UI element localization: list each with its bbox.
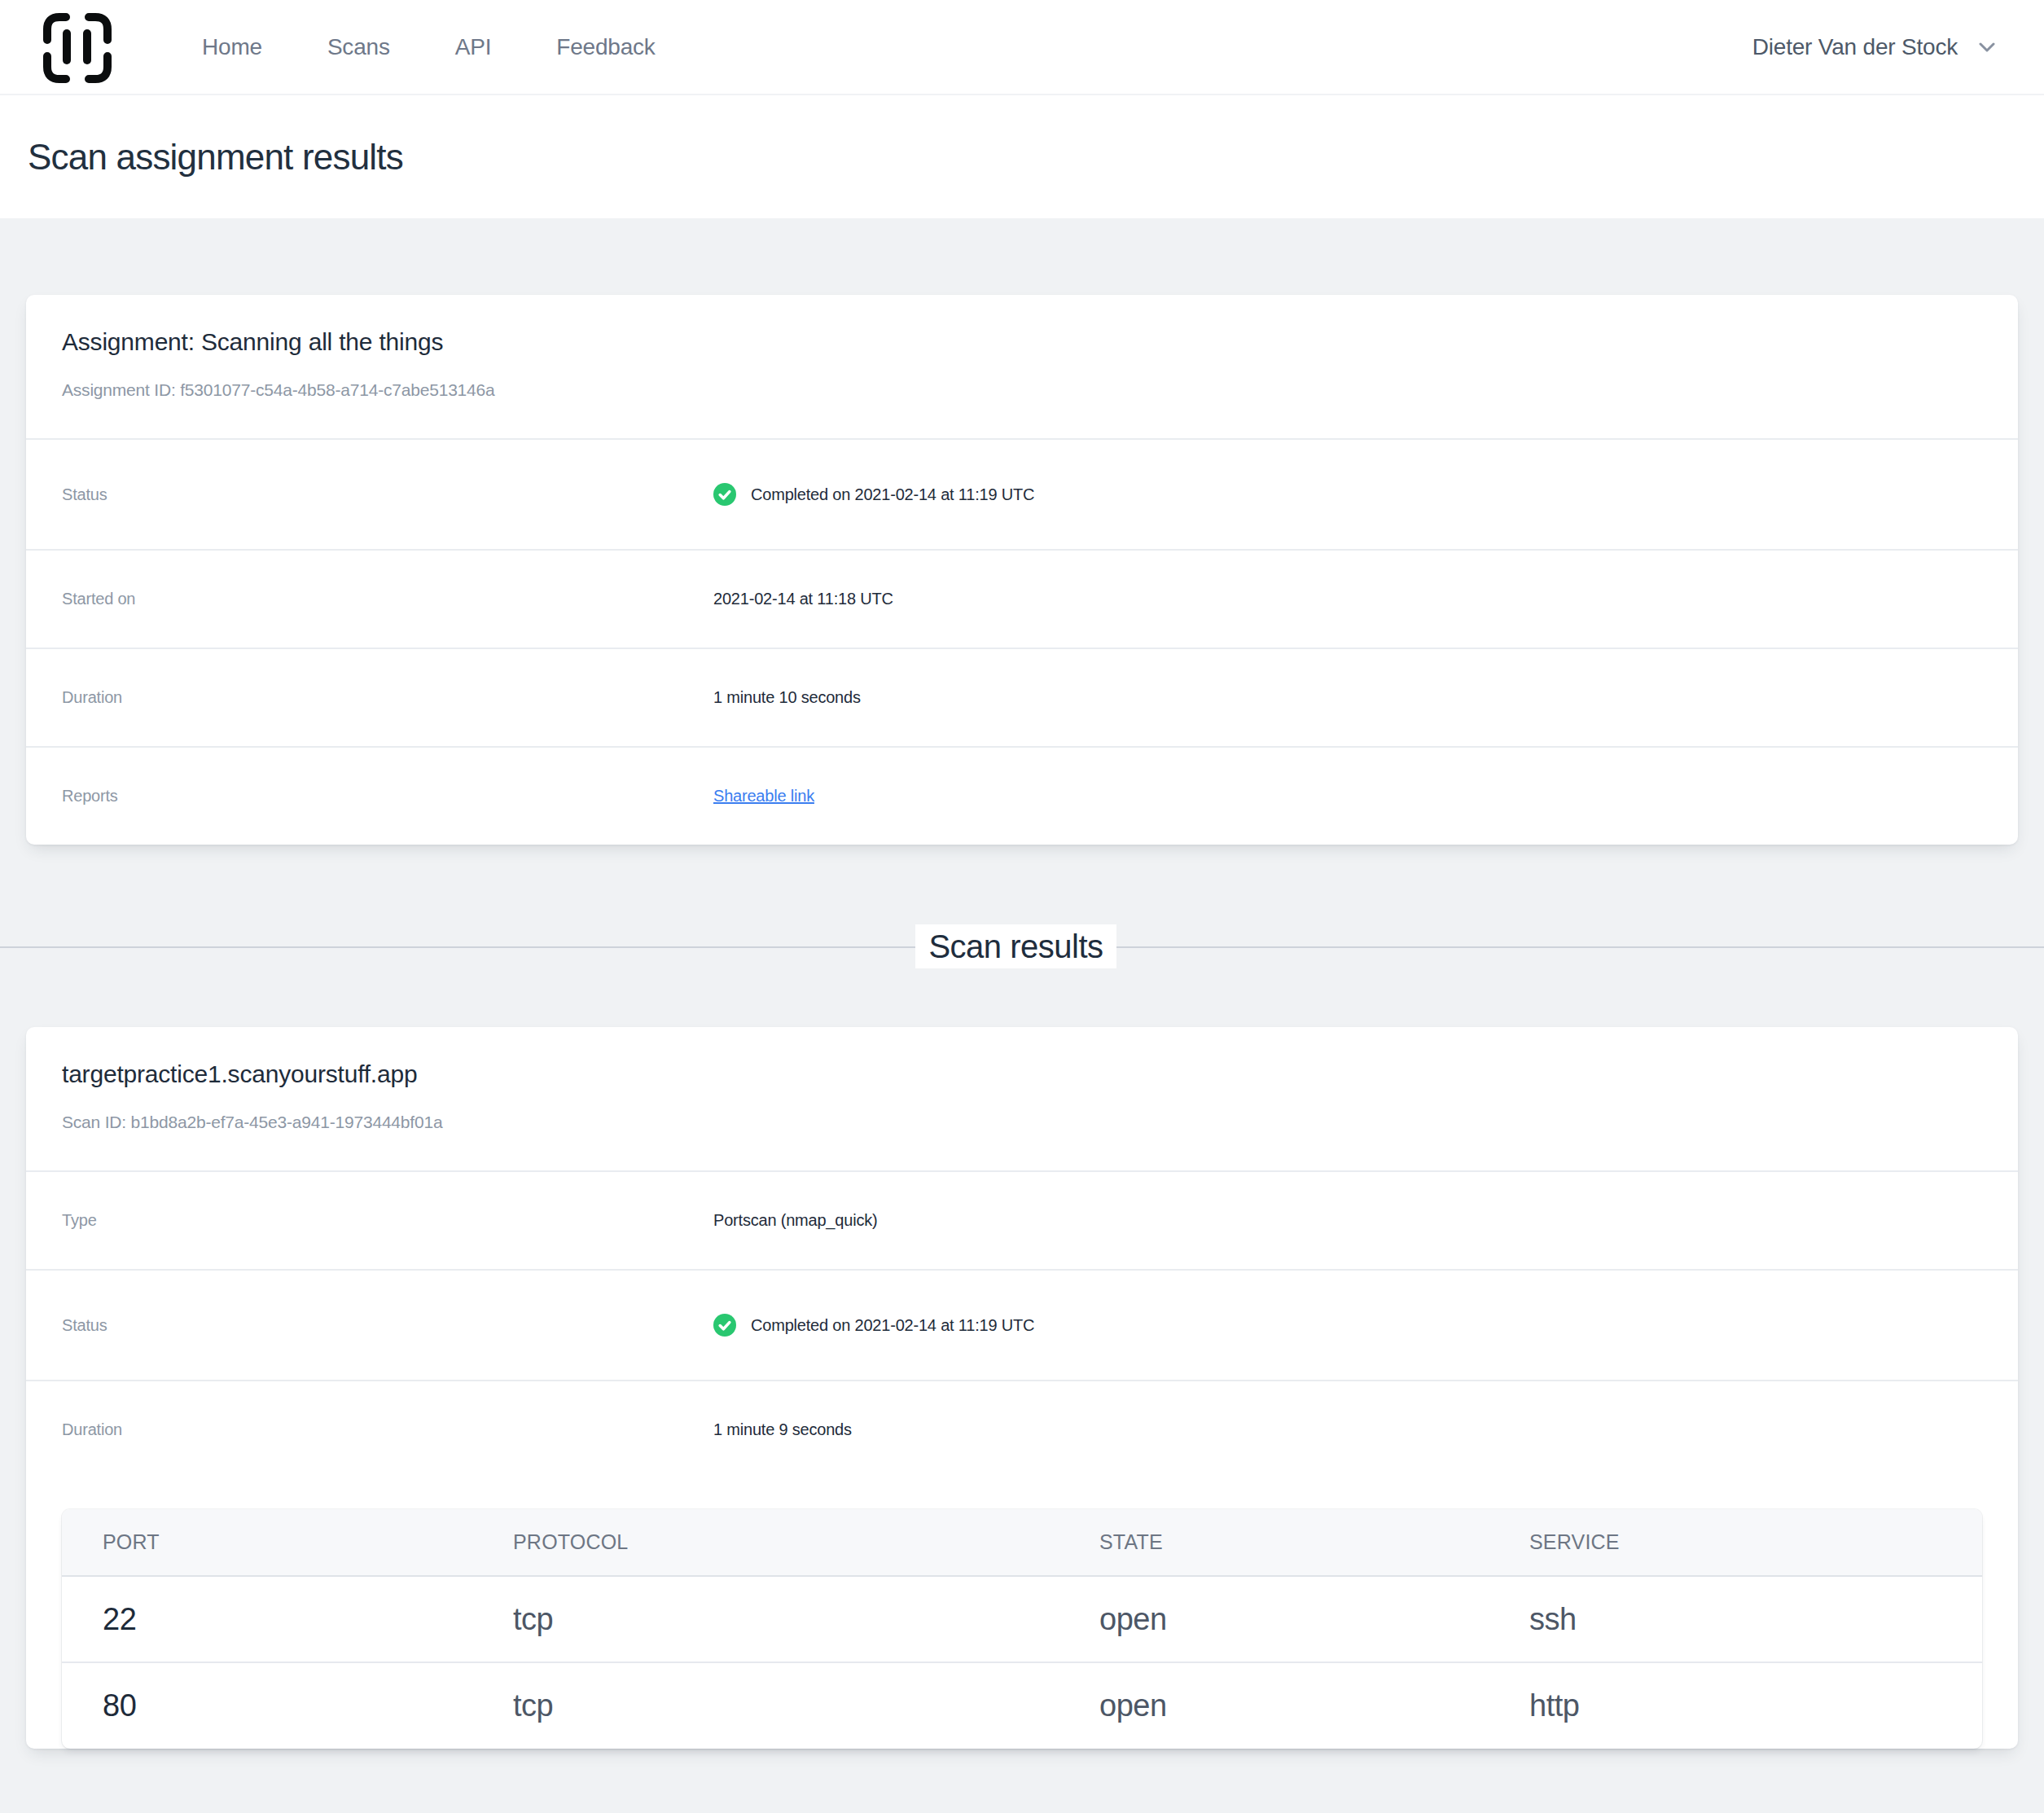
page-header: Scan assignment results <box>0 95 2044 218</box>
cell-protocol: tcp <box>472 1576 1059 1662</box>
cell-port: 80 <box>62 1662 472 1749</box>
cell-service: ssh <box>1489 1576 1982 1662</box>
chevron-down-icon <box>1979 42 1995 52</box>
cell-port: 22 <box>62 1576 472 1662</box>
assignment-row-reports: Reports Shareable link <box>26 746 2018 845</box>
status-check-icon <box>713 1314 736 1337</box>
scan-card-header: targetpractice1.scanyourstuff.app Scan I… <box>26 1027 2018 1170</box>
row-label: Duration <box>62 688 713 707</box>
assignment-row-status: Status Completed on 2021-02-14 at 11:19 … <box>26 438 2018 549</box>
page-title: Scan assignment results <box>28 137 403 178</box>
scan-type-value: Portscan (nmap_quick) <box>713 1211 877 1230</box>
row-label: Type <box>62 1211 713 1230</box>
duration-value: 1 minute 10 seconds <box>713 688 861 707</box>
ports-table-container: PORT PROTOCOL STATE SERVICE 22 tcp open … <box>62 1509 1982 1749</box>
assignment-row-started: Started on 2021-02-14 at 11:18 UTC <box>26 549 2018 648</box>
row-label: Duration <box>62 1420 713 1439</box>
nav-item-api[interactable]: API <box>455 34 492 60</box>
status-text: Completed on 2021-02-14 at 11:19 UTC <box>751 485 1034 504</box>
scan-target: targetpractice1.scanyourstuff.app <box>62 1058 1982 1091</box>
ports-table-header-row: PORT PROTOCOL STATE SERVICE <box>62 1509 1982 1576</box>
col-header-protocol: PROTOCOL <box>472 1509 1059 1576</box>
table-row: 80 tcp open http <box>62 1662 1982 1749</box>
scan-row-duration: Duration 1 minute 9 seconds <box>26 1380 2018 1478</box>
started-on-value: 2021-02-14 at 11:18 UTC <box>713 590 893 608</box>
user-name: Dieter Van der Stock <box>1752 34 1958 60</box>
assignment-card-header: Assignment: Scanning all the things Assi… <box>26 295 2018 438</box>
scan-results-divider: Scan results <box>0 845 2044 1027</box>
cell-state: open <box>1059 1662 1489 1749</box>
assignment-title: Assignment: Scanning all the things <box>62 326 1982 358</box>
nav-links: Home Scans API Feedback <box>202 34 656 60</box>
row-label: Started on <box>62 590 713 608</box>
nav-item-home[interactable]: Home <box>202 34 262 60</box>
col-header-service: SERVICE <box>1489 1509 1982 1576</box>
row-label: Reports <box>62 787 713 806</box>
scan-card: targetpractice1.scanyourstuff.app Scan I… <box>26 1027 2018 1749</box>
scan-row-type: Type Portscan (nmap_quick) <box>26 1170 2018 1269</box>
cell-protocol: tcp <box>472 1662 1059 1749</box>
scan-row-status: Status Completed on 2021-02-14 at 11:19 … <box>26 1269 2018 1380</box>
scan-status-text: Completed on 2021-02-14 at 11:19 UTC <box>751 1316 1034 1335</box>
assignment-card: Assignment: Scanning all the things Assi… <box>26 295 2018 845</box>
status-value: Completed on 2021-02-14 at 11:19 UTC <box>713 483 1034 506</box>
col-header-port: PORT <box>62 1509 472 1576</box>
cell-service: http <box>1489 1662 1982 1749</box>
nav-item-feedback[interactable]: Feedback <box>556 34 655 60</box>
col-header-state: STATE <box>1059 1509 1489 1576</box>
scan-results-label: Scan results <box>915 924 1116 968</box>
table-row: 22 tcp open ssh <box>62 1576 1982 1662</box>
assignment-id: Assignment ID: f5301077-c54a-4b58-a714-c… <box>62 378 1982 402</box>
nav-item-scans[interactable]: Scans <box>327 34 390 60</box>
assignment-row-duration: Duration 1 minute 10 seconds <box>26 648 2018 746</box>
status-check-icon <box>713 483 736 506</box>
brand-logo-icon <box>43 13 112 83</box>
cell-state: open <box>1059 1576 1489 1662</box>
shareable-link[interactable]: Shareable link <box>713 787 814 806</box>
row-label: Status <box>62 485 713 504</box>
scan-status-value: Completed on 2021-02-14 at 11:19 UTC <box>713 1314 1034 1337</box>
row-label: Status <box>62 1316 713 1335</box>
navbar: Home Scans API Feedback Dieter Van der S… <box>0 0 2044 95</box>
scan-id: Scan ID: b1bd8a2b-ef7a-45e3-a941-1973444… <box>62 1110 1982 1135</box>
brand-logo[interactable] <box>43 13 112 83</box>
scan-duration-value: 1 minute 9 seconds <box>713 1420 852 1439</box>
main-content: Assignment: Scanning all the things Assi… <box>0 218 2044 1749</box>
ports-table: PORT PROTOCOL STATE SERVICE 22 tcp open … <box>62 1509 1982 1749</box>
user-menu[interactable]: Dieter Van der Stock <box>1752 34 1995 60</box>
